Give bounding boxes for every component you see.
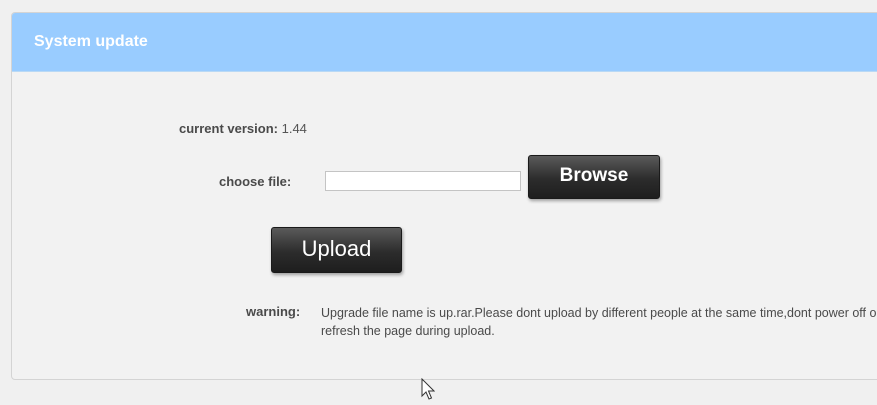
system-update-panel: System update current version: 1.44 choo… bbox=[11, 12, 877, 380]
current-version-label: current version: bbox=[179, 121, 278, 136]
warning-label: warning: bbox=[246, 304, 301, 319]
panel-title: System update bbox=[12, 13, 877, 72]
page: System update current version: 1.44 choo… bbox=[0, 0, 877, 405]
choose-file-label: choose file: bbox=[219, 174, 292, 189]
upload-button[interactable]: Upload bbox=[271, 227, 402, 273]
current-version-row: current version: 1.44 bbox=[179, 121, 307, 136]
warning-text: Upgrade file name is up.rar.Please dont … bbox=[321, 306, 877, 338]
current-version-value: 1.44 bbox=[281, 121, 307, 136]
mouse-pointer-icon bbox=[421, 378, 435, 400]
browse-button[interactable]: Browse bbox=[528, 155, 660, 199]
file-path-input[interactable] bbox=[325, 171, 521, 191]
